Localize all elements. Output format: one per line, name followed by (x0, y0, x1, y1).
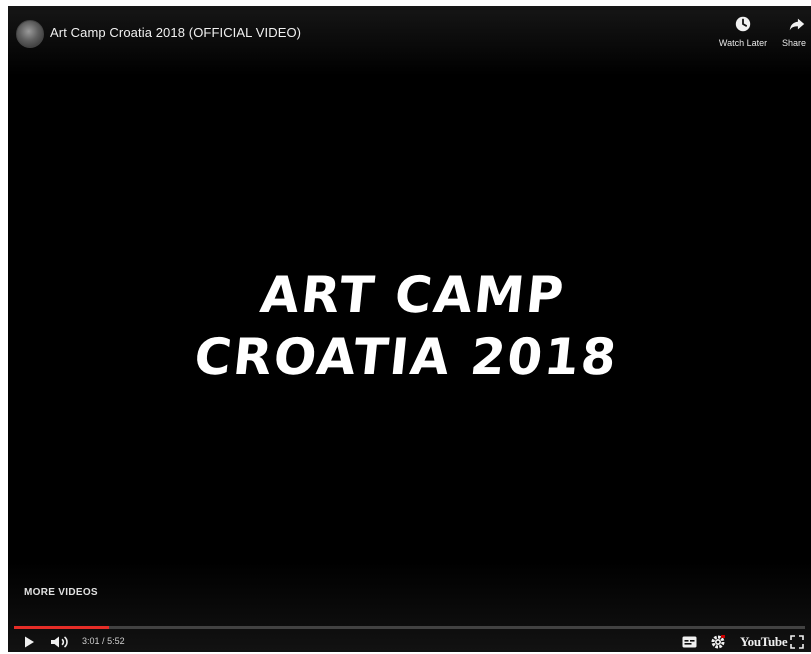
duration: 5:52 (107, 636, 125, 646)
volume-icon (51, 636, 68, 648)
share-label: Share (782, 38, 807, 48)
video-title[interactable]: Art Camp Croatia 2018 (OFFICIAL VIDEO) (50, 25, 301, 40)
overlay-title: ART CAMP CROATIA 2018 (8, 264, 811, 388)
more-videos-button[interactable]: MORE VIDEOS (24, 587, 98, 598)
video-player[interactable]: Art Camp Croatia 2018 (OFFICIAL VIDEO) W… (8, 6, 811, 652)
share-button[interactable]: Share (772, 15, 811, 48)
time-separator: / (102, 636, 105, 646)
volume-button[interactable] (50, 633, 72, 651)
top-gradient (8, 6, 811, 76)
play-button[interactable] (22, 633, 36, 651)
fullscreen-button[interactable] (790, 633, 804, 651)
subtitles-button[interactable] (682, 633, 697, 651)
watch-later-button[interactable]: Watch Later (714, 15, 772, 48)
subtitles-icon (682, 636, 697, 648)
progress-fill (14, 626, 109, 629)
watch-later-label: Watch Later (718, 38, 768, 48)
share-arrow-icon (789, 18, 805, 31)
youtube-logo[interactable]: YouTube (740, 634, 788, 650)
progress-bar[interactable] (14, 626, 805, 629)
clock-icon (735, 16, 751, 32)
settings-button[interactable] (710, 633, 726, 651)
channel-avatar[interactable] (16, 20, 44, 48)
fullscreen-icon (790, 635, 804, 649)
overlay-title-line-1: ART CAMP (257, 266, 568, 324)
time-display: 3:01 / 5:52 (82, 636, 125, 646)
current-time: 3:01 (82, 636, 100, 646)
play-icon (25, 636, 34, 648)
overlay-title-line-2: CROATIA 2018 (191, 328, 621, 386)
settings-gear-icon (711, 635, 725, 649)
